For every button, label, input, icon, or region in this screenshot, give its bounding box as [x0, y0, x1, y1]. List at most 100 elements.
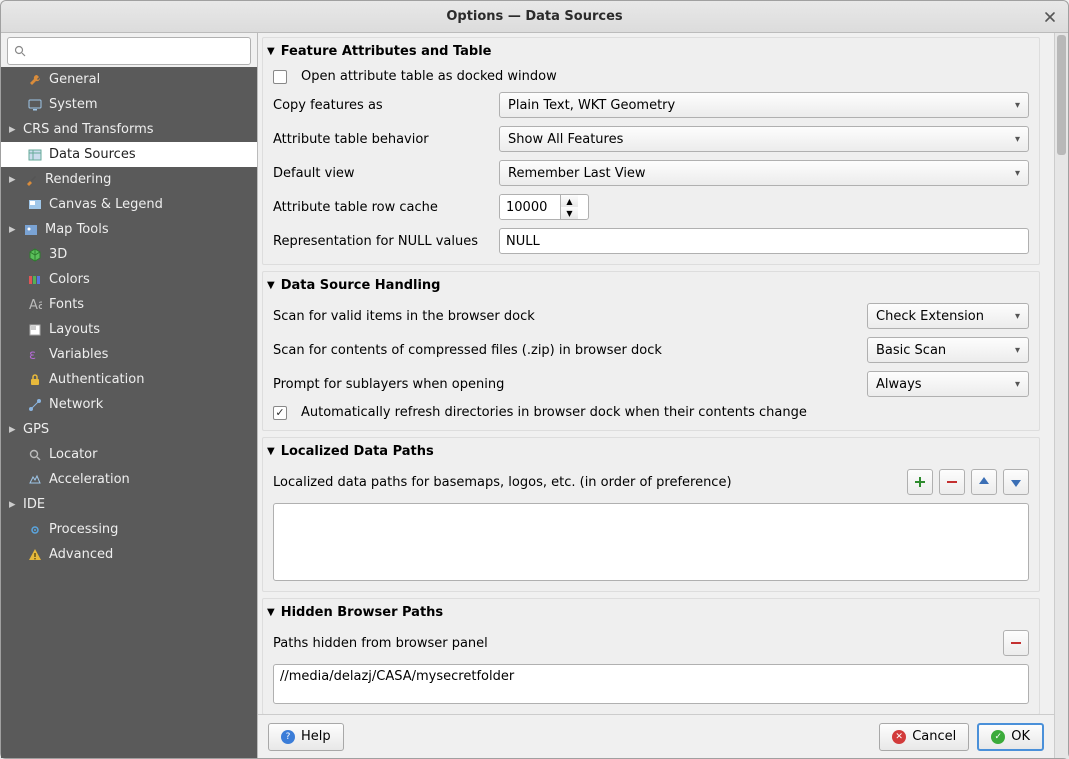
sidebar-item-data-sources[interactable]: Data Sources	[1, 142, 257, 167]
row-auto-refresh: Automatically refresh directories in bro…	[263, 401, 1039, 424]
ok-button[interactable]: ✓ OK	[977, 723, 1044, 751]
combo-scan-valid-value: Check Extension	[876, 309, 984, 324]
sidebar-item-canvas-legend[interactable]: Canvas & Legend	[1, 192, 257, 217]
section-header-localized[interactable]: ▼ Localized Data Paths	[263, 438, 1039, 465]
sidebar-item-system[interactable]: System	[1, 92, 257, 117]
checkbox-auto-refresh[interactable]	[273, 406, 287, 420]
chevron-right-icon: ▸	[9, 422, 17, 437]
sidebar-item-general[interactable]: General	[1, 67, 257, 92]
sidebar-item-acceleration[interactable]: Acceleration	[1, 467, 257, 492]
move-up-button[interactable]	[971, 469, 997, 495]
monitor-icon	[27, 97, 43, 113]
sidebar-item-label: Locator	[49, 447, 97, 462]
localized-toolbar	[907, 469, 1029, 495]
sidebar-item-ide[interactable]: ▸IDE	[1, 492, 257, 517]
spin-row-cache[interactable]: ▲ ▼	[499, 194, 589, 220]
sidebar-tree[interactable]: General System▸CRS and Transforms Data Sou…	[1, 67, 257, 758]
remove-path-button[interactable]	[939, 469, 965, 495]
localized-paths-list[interactable]	[273, 503, 1029, 581]
sidebar-item-crs-and-transforms[interactable]: ▸CRS and Transforms	[1, 117, 257, 142]
checkbox-open-docked[interactable]	[273, 70, 287, 84]
content-panel: ▼ Feature Attributes and Table Open attr…	[258, 33, 1054, 758]
section-title: Hidden Browser Paths	[281, 605, 443, 620]
hidden-paths-list[interactable]: //media/delazj/CASA/mysecretfolder	[273, 664, 1029, 704]
sidebar-item-rendering[interactable]: ▸Rendering	[1, 167, 257, 192]
help-icon: ?	[281, 730, 295, 744]
sidebar-item-label: Advanced	[49, 547, 113, 562]
sidebar-item-processing[interactable]: Processing	[1, 517, 257, 542]
dialog-body: General System▸CRS and Transforms Data Sou…	[1, 33, 1068, 758]
cancel-label: Cancel	[912, 729, 956, 744]
section-header-hidden[interactable]: ▼ Hidden Browser Paths	[263, 599, 1039, 626]
close-button[interactable]	[1040, 7, 1060, 27]
sidebar-search[interactable]	[7, 37, 251, 65]
move-down-button[interactable]	[1003, 469, 1029, 495]
input-null-repr[interactable]	[499, 228, 1029, 254]
spin-up-button[interactable]: ▲	[561, 195, 578, 207]
plus-icon	[913, 475, 927, 489]
combo-default-view[interactable]: Remember Last View ▾	[499, 160, 1029, 186]
sidebar-item-locator[interactable]: Locator	[1, 442, 257, 467]
sidebar-item-label: Authentication	[49, 372, 144, 387]
add-path-button[interactable]	[907, 469, 933, 495]
chevron-down-icon: ▾	[1015, 311, 1020, 322]
chevron-down-icon: ▾	[1015, 134, 1020, 145]
minus-icon	[1009, 636, 1023, 650]
sidebar: General System▸CRS and Transforms Data Sou…	[1, 33, 258, 758]
sidebar-item-label: General	[49, 72, 100, 87]
sidebar-item-3d[interactable]: 3D	[1, 242, 257, 267]
row-scan-zip: Scan for contents of compressed files (.…	[263, 333, 1039, 367]
accel-icon	[27, 472, 43, 488]
options-dialog: Options — Data Sources GeneralSystem▸CRS…	[0, 0, 1069, 759]
search-icon	[27, 447, 43, 463]
combo-scan-valid[interactable]: Check Extension ▾	[867, 303, 1029, 329]
vertical-scrollbar[interactable]	[1054, 33, 1068, 758]
section-localized-paths: ▼ Localized Data Paths Localized data pa…	[262, 437, 1040, 592]
sidebar-item-label: IDE	[23, 497, 45, 512]
scrollbar-thumb[interactable]	[1057, 35, 1066, 155]
chevron-right-icon: ▸	[9, 222, 17, 237]
sidebar-item-fonts[interactable]: AaFonts	[1, 292, 257, 317]
sidebar-search-input[interactable]	[32, 44, 244, 59]
help-button[interactable]: ? Help	[268, 723, 344, 751]
sidebar-item-label: Map Tools	[45, 222, 109, 237]
combo-prompt-sublayers[interactable]: Always ▾	[867, 371, 1029, 397]
sidebar-item-colors[interactable]: Colors	[1, 267, 257, 292]
palette-icon	[27, 272, 43, 288]
search-icon	[14, 45, 26, 57]
sidebar-item-map-tools[interactable]: ▸ Map Tools	[1, 217, 257, 242]
row-copy-as: Copy features as Plain Text, WKT Geometr…	[263, 88, 1039, 122]
label-hidden-desc: Paths hidden from browser panel	[273, 636, 995, 651]
combo-scan-zip[interactable]: Basic Scan ▾	[867, 337, 1029, 363]
sidebar-item-network[interactable]: Network	[1, 392, 257, 417]
section-header-feature-attributes[interactable]: ▼ Feature Attributes and Table	[263, 38, 1039, 65]
sidebar-item-label: Layouts	[49, 322, 100, 337]
label-behavior: Attribute table behavior	[273, 132, 491, 147]
hidden-path-item[interactable]: //media/delazj/CASA/mysecretfolder	[280, 669, 1022, 684]
content-wrap: ▼ Feature Attributes and Table Open attr…	[258, 33, 1068, 758]
wrench-icon	[27, 72, 43, 88]
content-scroller[interactable]: ▼ Feature Attributes and Table Open attr…	[258, 33, 1054, 714]
sidebar-item-label: Data Sources	[49, 147, 136, 162]
sidebar-item-label: Processing	[49, 522, 118, 537]
sidebar-item-gps[interactable]: ▸GPS	[1, 417, 257, 442]
sidebar-item-authentication[interactable]: Authentication	[1, 367, 257, 392]
combo-copy-as-value: Plain Text, WKT Geometry	[508, 98, 675, 113]
sidebar-item-advanced[interactable]: Advanced	[1, 542, 257, 567]
combo-default-view-value: Remember Last View	[508, 166, 646, 181]
cancel-button[interactable]: ✕ Cancel	[879, 723, 969, 751]
combo-scan-zip-value: Basic Scan	[876, 343, 946, 358]
sidebar-item-layouts[interactable]: Layouts	[1, 317, 257, 342]
chevron-right-icon: ▸	[9, 122, 17, 137]
label-default-view: Default view	[273, 166, 491, 181]
spin-row-cache-input[interactable]	[500, 195, 560, 219]
sidebar-item-label: Acceleration	[49, 472, 130, 487]
combo-behavior[interactable]: Show All Features ▾	[499, 126, 1029, 152]
sidebar-item-label: 3D	[49, 247, 67, 262]
spin-down-button[interactable]: ▼	[561, 207, 578, 219]
sidebar-item-variables[interactable]: εVariables	[1, 342, 257, 367]
combo-copy-as[interactable]: Plain Text, WKT Geometry ▾	[499, 92, 1029, 118]
remove-hidden-path-button[interactable]	[1003, 630, 1029, 656]
section-header-handling[interactable]: ▼ Data Source Handling	[263, 272, 1039, 299]
gear-icon	[27, 522, 43, 538]
